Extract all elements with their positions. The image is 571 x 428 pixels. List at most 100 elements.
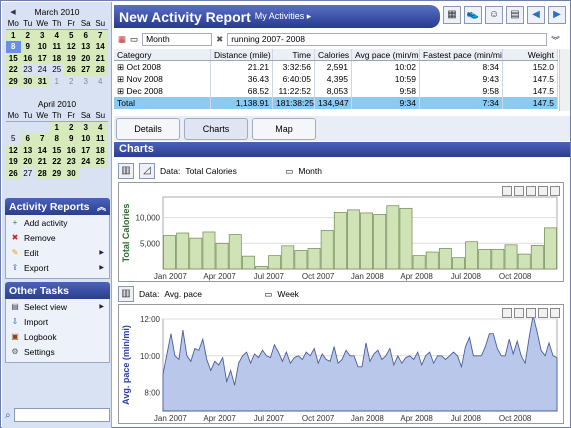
calendar-day[interactable]: 15	[6, 52, 21, 64]
calendar-day[interactable]: 23	[64, 156, 79, 168]
clear-filter-icon[interactable]: ✖	[216, 34, 223, 45]
calendar-day[interactable]: 19	[64, 52, 79, 64]
calendar-day[interactable]: 8	[6, 41, 21, 53]
zoom-out-icon[interactable]	[550, 186, 560, 196]
forward-arrow-icon[interactable]: ▶	[548, 6, 566, 24]
calendar-day[interactable]: 24	[78, 156, 93, 168]
calendar-day[interactable]: 23	[21, 64, 36, 76]
calendar-day[interactable]: 1	[49, 121, 64, 133]
calendar-day[interactable]: 25	[93, 156, 108, 168]
calendar-day[interactable]: 3	[78, 121, 93, 133]
calendar-day[interactable]: 27	[78, 64, 93, 76]
calendar-day[interactable]: 12	[6, 144, 21, 156]
calendar-day[interactable]: 21	[93, 52, 108, 64]
panel-item-settings[interactable]: ⚙ Settings	[6, 344, 109, 359]
calendar-day[interactable]: 21	[35, 156, 50, 168]
calendar-day[interactable]: 5	[64, 29, 79, 41]
calendar-day[interactable]: 22	[6, 64, 21, 76]
panel-item-logbook[interactable]: ▣ Logbook	[6, 329, 109, 344]
calendar-day[interactable]: 9	[64, 133, 79, 145]
calendar-day[interactable]: 17	[35, 52, 50, 64]
calendar-day[interactable]: 4	[49, 29, 64, 41]
search-input[interactable]	[13, 408, 110, 422]
zoom-fit-icon[interactable]	[526, 308, 536, 318]
calendar-day[interactable]: 2	[20, 29, 35, 41]
table-row[interactable]: ⊞ Oct 2008 21.21 3:32:56 2,591 10:02 8:34 152.…	[114, 61, 558, 73]
calendar-day[interactable]: 20	[78, 52, 93, 64]
calendar-day[interactable]: 26	[6, 167, 21, 179]
bar-chart-icon[interactable]: ▥	[118, 286, 134, 302]
calendar-day[interactable]: 26	[64, 64, 79, 76]
calendar-day[interactable]: 10	[35, 41, 50, 53]
calendar-day[interactable]: 16	[20, 52, 35, 64]
calendar-day[interactable]: 9	[20, 41, 35, 53]
calendar-day[interactable]: 18	[49, 52, 64, 64]
calendar-day[interactable]: 13	[20, 144, 35, 156]
table-header[interactable]: Category Distance (mile) Time Calories Avg p…	[114, 49, 558, 61]
group-icon[interactable]: ▭	[130, 34, 138, 45]
search-field[interactable]: running 2007- 2008	[227, 33, 548, 46]
calendar-day[interactable]: 8	[49, 133, 64, 145]
calendar-day[interactable]: 7	[93, 29, 108, 41]
prev-month-arrow-icon[interactable]: ◀	[8, 8, 18, 16]
back-arrow-icon[interactable]: ◀	[527, 6, 545, 24]
chart-option-icon[interactable]	[502, 308, 512, 318]
calendar-day[interactable]: 28	[93, 64, 108, 76]
save-chart-icon[interactable]	[514, 186, 524, 196]
chart1-period-icon[interactable]: ▭	[285, 166, 293, 177]
calendar-view-icon[interactable]: ▦	[443, 6, 461, 24]
calendar-day[interactable]: 10	[78, 133, 93, 145]
calendar-day[interactable]: 30	[64, 167, 79, 179]
calendar-day[interactable]: 6	[20, 133, 35, 145]
calendar-day[interactable]: 22	[49, 156, 64, 168]
calendar-day[interactable]: 11	[93, 133, 108, 145]
panel-item-add-activity[interactable]: + Add activity	[6, 215, 109, 230]
calendar-grid[interactable]: Mo Tu We Th Fr Sa Su 1 2 3 4 5 6 7 8 9 10 11 12 13 14 15 16 17 1…	[6, 110, 108, 179]
calendar-day[interactable]: 7	[35, 133, 50, 145]
calendar-day-next-month[interactable]: 4	[93, 76, 108, 88]
calendar-day[interactable]: 20	[20, 156, 35, 168]
bar-chart-icon[interactable]: ▥	[118, 163, 134, 179]
zoom-in-icon[interactable]	[538, 308, 548, 318]
activity-reports-header[interactable]: Activity Reports ︽	[5, 198, 110, 215]
table-total-row[interactable]: Total 1,138.91 181:38:25 134,947 9:34 7:34 147…	[114, 97, 558, 109]
expand-chevron-icon[interactable]: ︾	[551, 34, 560, 46]
zoom-out-icon[interactable]	[550, 308, 560, 318]
logbook-toolbar-icon[interactable]: ▤	[506, 6, 524, 24]
panel-item-import[interactable]: ⇩ Import	[6, 314, 109, 329]
line-chart-icon[interactable]: ◿	[139, 163, 155, 179]
calendar-day[interactable]: 5	[6, 133, 21, 145]
zoom-fit-icon[interactable]	[526, 186, 536, 196]
calendar-day[interactable]: 31	[35, 75, 50, 87]
calendar-day[interactable]: 14	[93, 41, 108, 53]
calendar-day[interactable]: 19	[6, 156, 21, 168]
calendar-day[interactable]: 15	[49, 144, 64, 156]
calendar-day[interactable]: 12	[64, 41, 79, 53]
calendar-day[interactable]: 18	[93, 144, 108, 156]
collapse-chevron-icon[interactable]: ︽	[97, 200, 106, 213]
shoes-icon[interactable]: 👟	[464, 6, 482, 24]
chart2-period-select[interactable]: Week	[277, 289, 299, 299]
calendar-day[interactable]: 3	[35, 29, 50, 41]
tab-charts[interactable]: Charts	[184, 118, 248, 140]
calendar-day[interactable]: 28	[35, 167, 50, 179]
calendar-day[interactable]: 6	[78, 29, 93, 41]
calendar-grid[interactable]: Mo Tu We Th Fr Sa Su 1 2 3 4 5 6 7 8 9 10 11 12 13 14 15 16 17 1…	[6, 18, 108, 87]
panel-item-export[interactable]: ⇪ Export ▶	[6, 260, 109, 275]
chart-option-icon[interactable]	[502, 186, 512, 196]
calendar-day-next-month[interactable]: 3	[79, 76, 94, 88]
calendar-day[interactable]: 30	[20, 75, 35, 87]
calendar-day[interactable]: 4	[93, 121, 108, 133]
calendar-day[interactable]: 11	[49, 41, 64, 53]
calendar-day[interactable]: 24	[35, 64, 50, 76]
tab-details[interactable]: Details	[116, 118, 180, 140]
panel-item-remove[interactable]: ✖ Remove	[6, 230, 109, 245]
calendar-day[interactable]: 27	[21, 168, 36, 180]
calendar-day[interactable]: 14	[35, 144, 50, 156]
table-row[interactable]: ⊞ Nov 2008 36.43 6:40:05 4,395 10:59 9:43 147.…	[114, 73, 558, 85]
calendar-day[interactable]: 25	[50, 64, 65, 76]
chart1-data-select[interactable]: Total Calories	[185, 166, 280, 176]
calendar-filter-icon[interactable]: ▦	[118, 34, 126, 45]
athlete-icon[interactable]: ☺	[485, 6, 503, 24]
chart1-period-select[interactable]: Month	[298, 166, 322, 176]
